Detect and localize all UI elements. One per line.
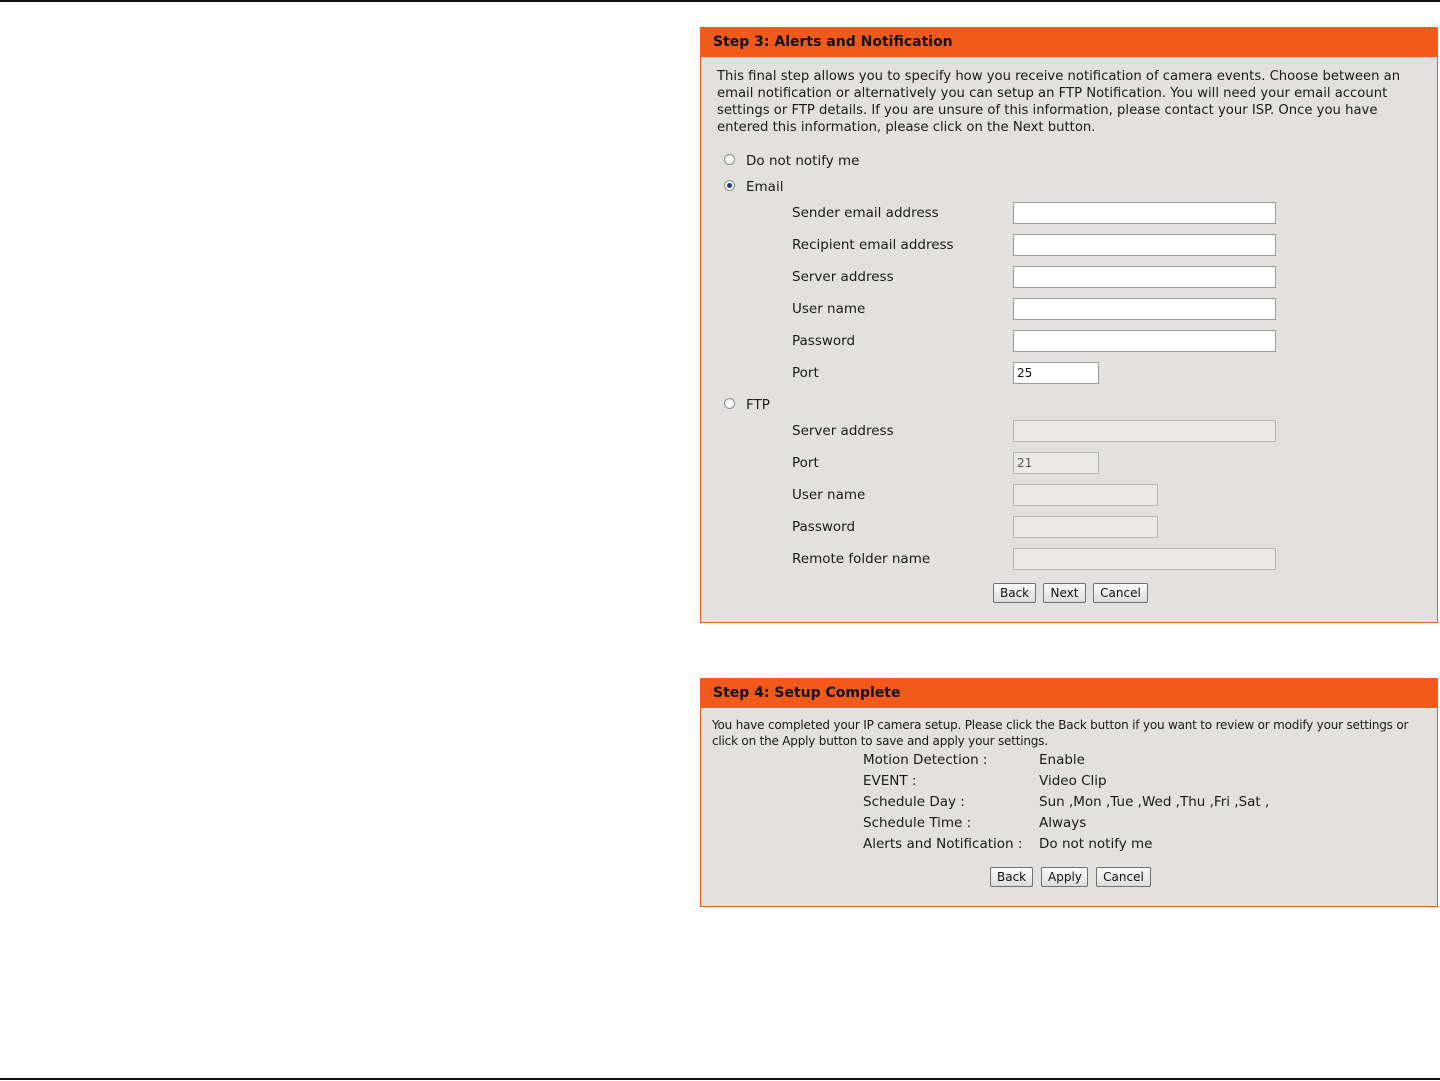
label-ftp-password: Password: [792, 519, 856, 535]
label-email-server: Server address: [792, 269, 894, 285]
step4-back-button[interactable]: Back: [990, 867, 1033, 887]
radio-ftp[interactable]: [724, 398, 735, 409]
label-email: Email: [746, 179, 784, 195]
bottom-rule: [0, 1078, 1440, 1080]
step3-title: Step 3: Alerts and Notification: [701, 28, 1437, 57]
step4-description: You have completed your IP camera setup.…: [712, 718, 1409, 748]
label-recipient-email: Recipient email address: [792, 237, 954, 253]
remote-folder-input[interactable]: [1013, 548, 1276, 570]
label-ftp-port: Port: [792, 455, 819, 471]
step4-apply-button[interactable]: Apply: [1041, 867, 1088, 887]
summary-key: EVENT :: [863, 773, 917, 789]
top-rule: [0, 0, 1440, 2]
label-ftp: FTP: [746, 397, 770, 413]
ftp-port-input[interactable]: [1013, 452, 1099, 474]
step3-cancel-button[interactable]: Cancel: [1093, 583, 1148, 603]
step3-alerts-panel: Step 3: Alerts and Notification This fin…: [700, 27, 1438, 623]
summary-key: Motion Detection :: [863, 752, 988, 768]
sender-email-input[interactable]: [1013, 202, 1276, 224]
email-username-input[interactable]: [1013, 298, 1276, 320]
summary-key: Schedule Day :: [863, 794, 965, 810]
recipient-email-input[interactable]: [1013, 234, 1276, 256]
step3-description: This final step allows you to specify ho…: [717, 69, 1401, 135]
label-ftp-server: Server address: [792, 423, 894, 439]
summary-value: Enable: [1039, 752, 1085, 768]
ftp-server-input[interactable]: [1013, 420, 1276, 442]
step4-title: Step 4: Setup Complete: [701, 679, 1437, 708]
summary-value: Sun ,Mon ,Tue ,Wed ,Thu ,Fri ,Sat ,: [1039, 794, 1270, 810]
ftp-username-input[interactable]: [1013, 484, 1158, 506]
step3-next-button[interactable]: Next: [1043, 583, 1086, 603]
step3-back-button[interactable]: Back: [993, 583, 1036, 603]
summary-key: Alerts and Notification :: [863, 836, 1023, 852]
step4-cancel-button[interactable]: Cancel: [1096, 867, 1151, 887]
label-remote-folder: Remote folder name: [792, 551, 931, 567]
email-port-input[interactable]: [1013, 362, 1099, 384]
summary-value: Do not notify me: [1039, 836, 1153, 852]
radio-do-not-notify[interactable]: [724, 154, 735, 165]
label-ftp-username: User name: [792, 487, 866, 503]
summary-value: Video Clip: [1039, 773, 1107, 789]
summary-key: Schedule Time :: [863, 815, 972, 831]
radio-email[interactable]: [724, 180, 735, 191]
email-password-input[interactable]: [1013, 330, 1276, 352]
label-email-username: User name: [792, 301, 866, 317]
email-server-input[interactable]: [1013, 266, 1276, 288]
label-email-port: Port: [792, 365, 819, 381]
label-email-password: Password: [792, 333, 856, 349]
label-do-not-notify: Do not notify me: [746, 153, 860, 169]
step4-complete-panel: Step 4: Setup Complete You have complete…: [700, 678, 1438, 907]
ftp-password-input[interactable]: [1013, 516, 1158, 538]
summary-value: Always: [1039, 815, 1087, 831]
label-sender-email: Sender email address: [792, 205, 939, 221]
